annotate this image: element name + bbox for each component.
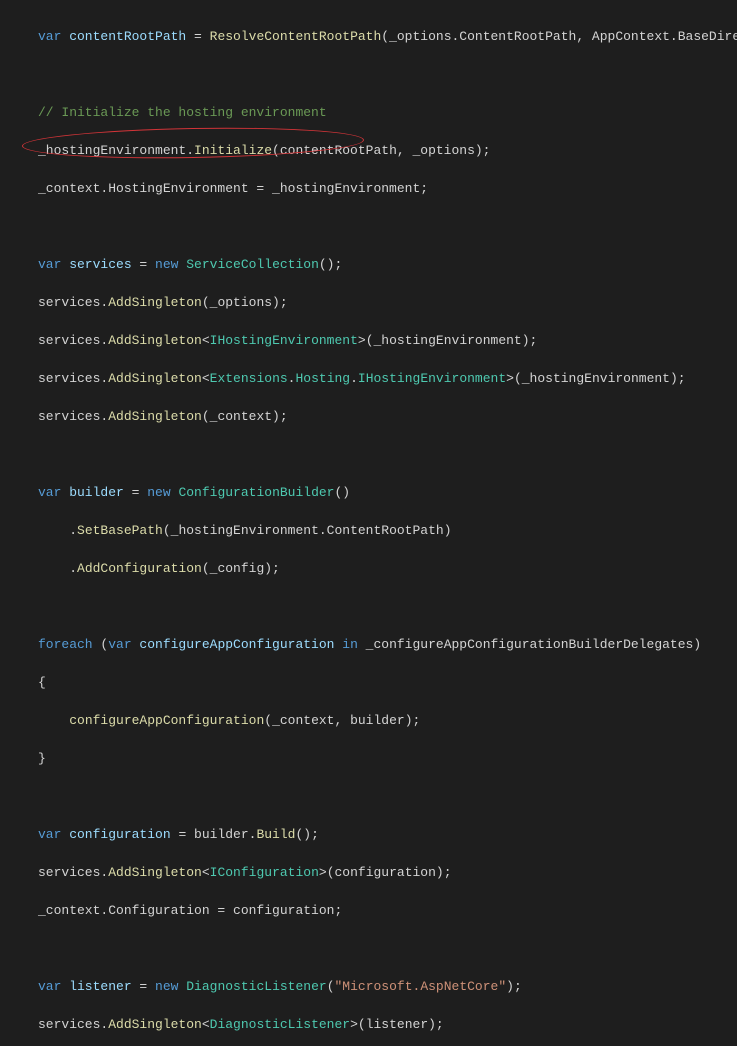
code-line[interactable]: var builder = new ConfigurationBuilder(): [38, 483, 737, 502]
code-editor[interactable]: var contentRootPath = ResolveContentRoot…: [0, 0, 737, 1046]
code-line[interactable]: [38, 65, 737, 84]
code-line[interactable]: services.AddSingleton<IHostingEnvironmen…: [38, 331, 737, 350]
code-line[interactable]: _context.HostingEnvironment = _hostingEn…: [38, 179, 737, 198]
code-line[interactable]: }: [38, 749, 737, 768]
code-line[interactable]: [38, 217, 737, 236]
code-line[interactable]: services.AddSingleton<DiagnosticListener…: [38, 1015, 737, 1034]
code-line[interactable]: {: [38, 673, 737, 692]
code-line[interactable]: _context.Configuration = configuration;: [38, 901, 737, 920]
code-line[interactable]: services.AddSingleton<IConfiguration>(co…: [38, 863, 737, 882]
code-line[interactable]: services.AddSingleton(_options);: [38, 293, 737, 312]
code-line[interactable]: services.AddSingleton(_context);: [38, 407, 737, 426]
code-line[interactable]: [38, 445, 737, 464]
code-line[interactable]: var listener = new DiagnosticListener("M…: [38, 977, 737, 996]
code-line[interactable]: foreach (var configureAppConfiguration i…: [38, 635, 737, 654]
code-line[interactable]: // Initialize the hosting environment: [38, 103, 737, 122]
code-line[interactable]: _hostingEnvironment.Initialize(contentRo…: [38, 141, 737, 160]
code-line[interactable]: configureAppConfiguration(_context, buil…: [38, 711, 737, 730]
code-line[interactable]: var configuration = builder.Build();: [38, 825, 737, 844]
code-line[interactable]: [38, 787, 737, 806]
code-line[interactable]: var contentRootPath = ResolveContentRoot…: [38, 27, 737, 46]
code-line[interactable]: .SetBasePath(_hostingEnvironment.Content…: [38, 521, 737, 540]
code-line[interactable]: .AddConfiguration(_config);: [38, 559, 737, 578]
code-line[interactable]: [38, 939, 737, 958]
code-line[interactable]: var services = new ServiceCollection();: [38, 255, 737, 274]
code-line[interactable]: [38, 597, 737, 616]
code-line[interactable]: services.AddSingleton<Extensions.Hosting…: [38, 369, 737, 388]
